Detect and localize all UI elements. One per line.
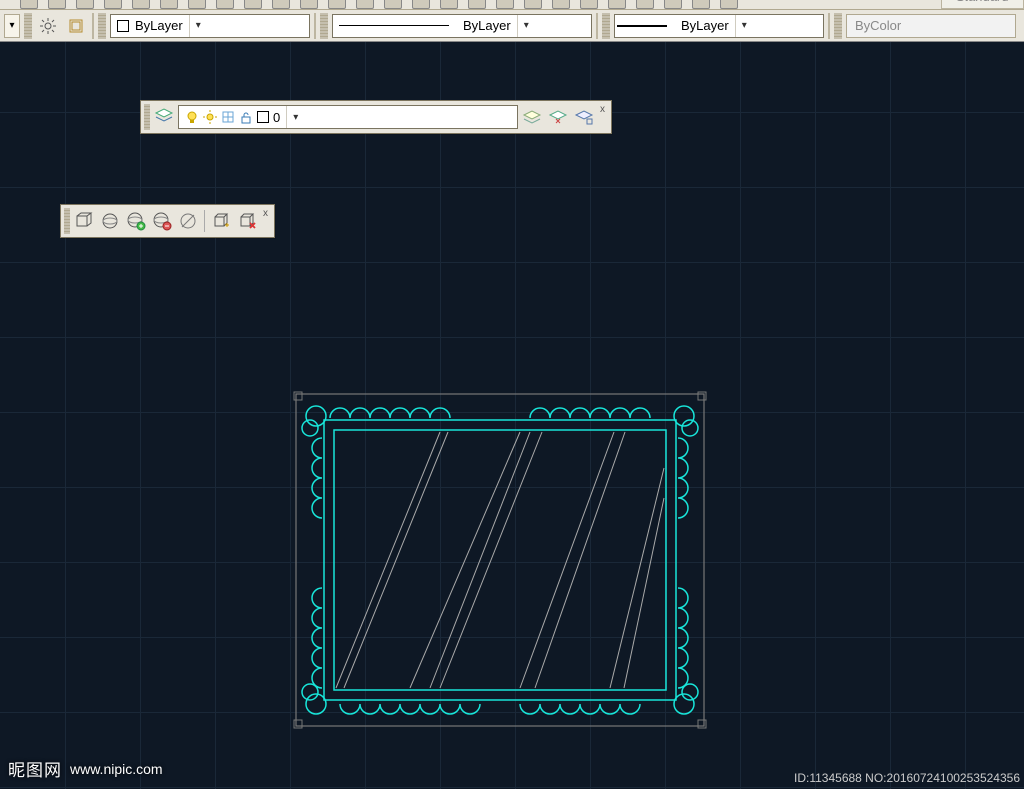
- top-icon-stub[interactable]: [132, 0, 150, 9]
- toolbar-divider: [92, 13, 94, 39]
- top-icon-stub[interactable]: [104, 0, 122, 9]
- select-object-icon[interactable]: [64, 14, 88, 38]
- cube-new-icon[interactable]: [209, 209, 233, 233]
- freeze-viewport-icon: [221, 110, 235, 124]
- top-icon-stub[interactable]: [48, 0, 66, 9]
- linetype-dropdown-label: ByLayer: [463, 18, 511, 33]
- top-icon-stub[interactable]: [20, 0, 38, 9]
- layer-isolate-icon[interactable]: [572, 105, 596, 129]
- lineweight-dropdown[interactable]: ByLayer: [614, 14, 824, 38]
- watermark-brand-url: www.nipic.com: [70, 761, 163, 777]
- layer-states-icon[interactable]: [546, 105, 570, 129]
- box-wireframe-icon[interactable]: [72, 209, 96, 233]
- top-icon-stub[interactable]: [440, 0, 458, 9]
- layer-properties-manager-icon[interactable]: [152, 105, 176, 129]
- chevron-down-icon[interactable]: [517, 15, 535, 37]
- top-icon-stub[interactable]: [300, 0, 318, 9]
- top-icon-stub[interactable]: [160, 0, 178, 9]
- top-icon-stub[interactable]: [188, 0, 206, 9]
- top-icon-stub[interactable]: [244, 0, 262, 9]
- watermark-left: 昵图网 www.nipic.com: [8, 756, 163, 781]
- toolbar-divider: [204, 210, 205, 232]
- watermark-right: ID:11345688 NO:20160724100253524356: [794, 771, 1020, 785]
- cube-delete-icon[interactable]: [235, 209, 259, 233]
- top-icon-stub[interactable]: [496, 0, 514, 9]
- lineweight-sample-icon: [617, 25, 667, 27]
- plot-style-box: ByColor: [846, 14, 1016, 38]
- top-toolbar-strip: Standard: [0, 0, 1024, 10]
- chevron-down-icon[interactable]: [735, 15, 753, 37]
- sun-icon: [203, 110, 217, 124]
- top-icon-stub[interactable]: [692, 0, 710, 9]
- top-icon-stub[interactable]: [664, 0, 682, 9]
- close-icon[interactable]: x: [261, 208, 271, 219]
- color-dropdown[interactable]: ByLayer: [110, 14, 310, 38]
- top-icon-stub[interactable]: [468, 0, 486, 9]
- properties-toolbar: ByLayer ByLayer ByLayer ByColor: [0, 10, 1024, 42]
- layer-toolbar[interactable]: 0 x: [140, 100, 612, 134]
- linetype-sample-icon: [339, 25, 449, 26]
- toolbar-grip-icon[interactable]: [24, 13, 32, 39]
- top-icon-stub[interactable]: [608, 0, 626, 9]
- chevron-down-icon[interactable]: [189, 15, 207, 37]
- top-icon-stub[interactable]: [552, 0, 570, 9]
- toolbar-grip-icon[interactable]: [602, 13, 610, 39]
- top-icon-stub[interactable]: [636, 0, 654, 9]
- layer-dropdown[interactable]: 0: [178, 105, 518, 129]
- cad-drawing: [280, 388, 720, 751]
- layer-color-swatch-icon: [257, 111, 269, 123]
- toolbar-grip-icon[interactable]: [834, 13, 842, 39]
- drawing-canvas[interactable]: 0 x: [0, 42, 1024, 789]
- toolbar-grip-icon[interactable]: [320, 13, 328, 39]
- layer-previous-icon[interactable]: [520, 105, 544, 129]
- current-layer-name: 0: [273, 110, 280, 125]
- watermark-brand-ch: 昵图网: [8, 756, 62, 781]
- viewport-toolbar[interactable]: x: [60, 204, 275, 238]
- plot-style-label: ByColor: [855, 18, 901, 33]
- sphere-slash-icon[interactable]: [176, 209, 200, 233]
- top-icon-stub[interactable]: [580, 0, 598, 9]
- top-icon-stub[interactable]: [76, 0, 94, 9]
- top-icon-stub[interactable]: [328, 0, 346, 9]
- toolbar-grip-icon[interactable]: [98, 13, 106, 39]
- lock-open-icon: [239, 110, 253, 124]
- toolbar-grip-icon[interactable]: [144, 104, 150, 130]
- top-icon-stub[interactable]: [356, 0, 374, 9]
- lineweight-dropdown-label: ByLayer: [681, 18, 729, 33]
- top-icon-stub[interactable]: [524, 0, 542, 9]
- sphere-wireframe-icon[interactable]: [98, 209, 122, 233]
- color-swatch-icon: [117, 20, 129, 32]
- color-dropdown-label: ByLayer: [135, 18, 183, 33]
- top-icon-stub[interactable]: [272, 0, 290, 9]
- toolbar-divider: [314, 13, 316, 39]
- toolbar-divider: [596, 13, 598, 39]
- sphere-remove-icon[interactable]: [150, 209, 174, 233]
- lightbulb-on-icon: [185, 110, 199, 124]
- sphere-add-icon[interactable]: [124, 209, 148, 233]
- close-icon[interactable]: x: [598, 104, 608, 115]
- settings-gear-icon[interactable]: [36, 14, 60, 38]
- toolbar-grip-icon[interactable]: [64, 208, 70, 234]
- linetype-dropdown[interactable]: ByLayer: [332, 14, 592, 38]
- chevron-down-icon[interactable]: [286, 106, 304, 128]
- top-icon-stub[interactable]: [384, 0, 402, 9]
- top-icon-stub[interactable]: [720, 0, 738, 9]
- toolbar-chevron-dropdown[interactable]: [4, 14, 20, 38]
- toolbar-divider: [828, 13, 830, 39]
- style-dropdown[interactable]: Standard: [941, 0, 1024, 9]
- top-icon-stub[interactable]: [412, 0, 430, 9]
- top-icon-stub[interactable]: [216, 0, 234, 9]
